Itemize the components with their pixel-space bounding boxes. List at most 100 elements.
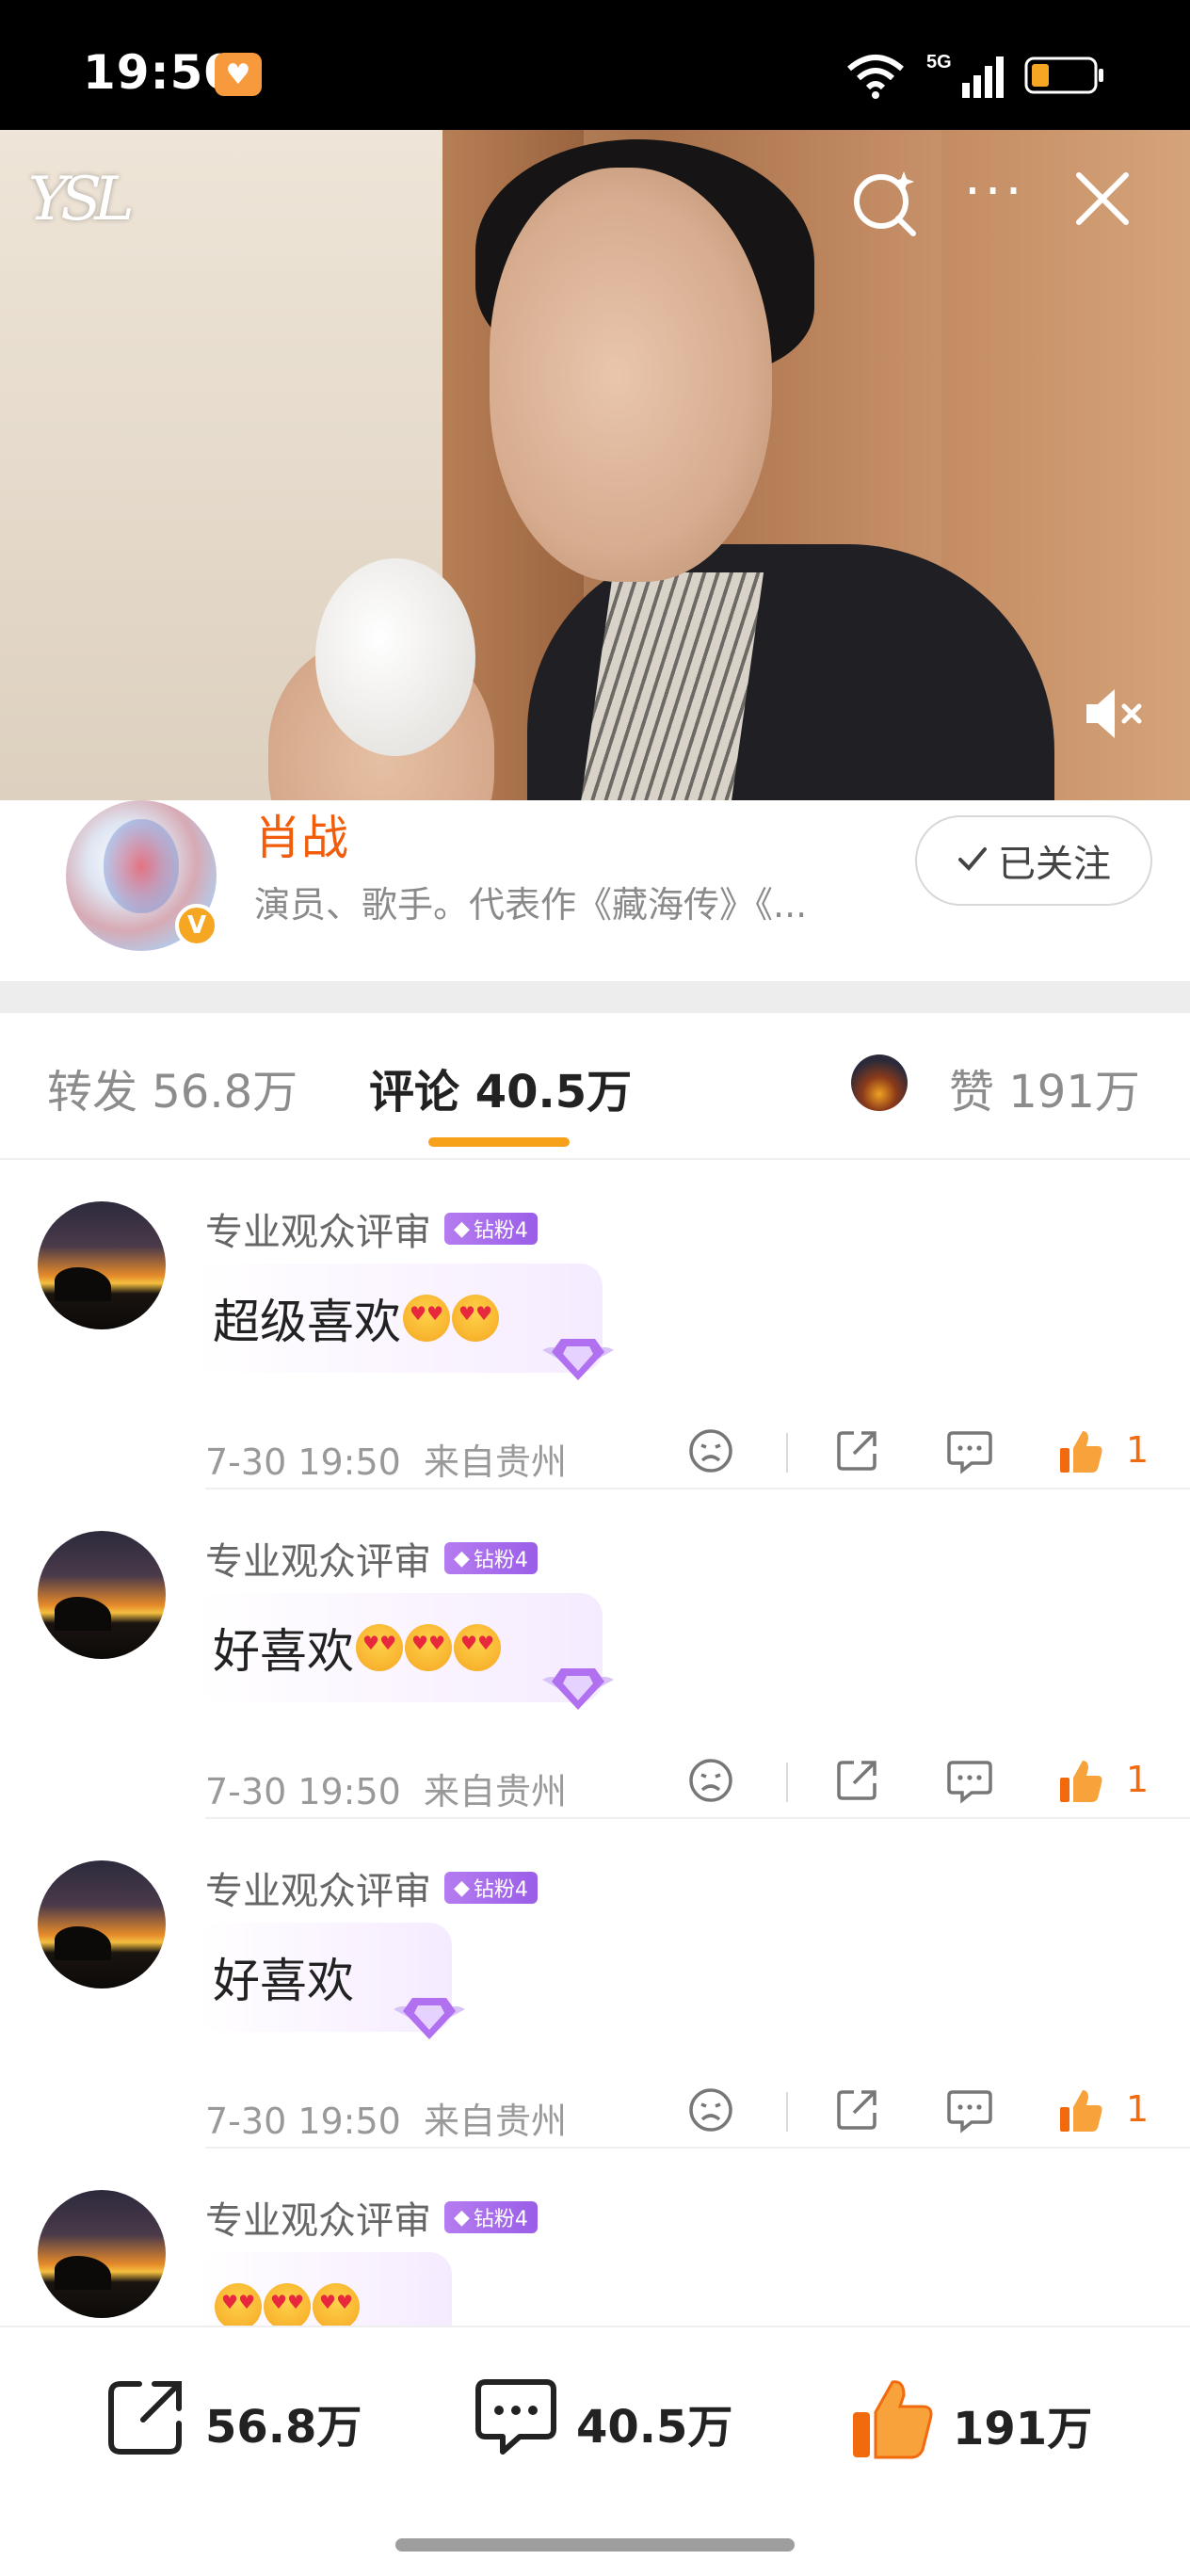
comment-item: 专业观众评审 ◆钻粉4 超级喜欢 7-30 19:50 来自贵州 1 <box>0 1160 1190 1489</box>
active-tab-indicator <box>428 1137 570 1147</box>
video-player[interactable]: YSL ··· <box>0 130 1190 800</box>
reply-icon[interactable] <box>945 2086 994 2137</box>
fan-badge-label: 钻粉4 <box>473 2208 528 2231</box>
comment-button[interactable]: 40.5万 <box>473 2375 732 2471</box>
repost-count: 56.8万 <box>205 2401 362 2454</box>
comment-text: 好喜欢 <box>213 1954 354 2008</box>
fan-badge-label: 钻粉4 <box>473 1549 528 1572</box>
signal-icon: 5G <box>926 51 1004 100</box>
comment-icon <box>473 2375 559 2471</box>
commenter-name[interactable]: 专业观众评审 <box>205 2190 431 2245</box>
like-count: 1 <box>1126 2088 1150 2130</box>
heart-eyes-emoji-icon <box>356 1624 403 1671</box>
close-icon[interactable] <box>1073 169 1132 232</box>
gem-icon <box>390 2307 469 2326</box>
commenter-avatar[interactable] <box>38 1860 166 1988</box>
verified-icon: V <box>175 904 218 947</box>
mute-icon[interactable] <box>1083 685 1149 746</box>
diamond-icon: ◆ <box>454 2205 470 2230</box>
repost-button[interactable]: 56.8万 <box>104 2375 362 2471</box>
gem-icon <box>394 1998 465 2039</box>
fan-badge: ◆ 钻粉4 <box>444 1872 538 1904</box>
comment-location: 来自贵州 <box>424 2101 568 2142</box>
home-indicator[interactable] <box>395 2538 795 2552</box>
like-total: 191万 <box>953 2403 1093 2455</box>
like-icon[interactable] <box>1056 1427 1105 1480</box>
author-description: 演员、歌手。代表作《藏海传》《... <box>254 884 808 926</box>
repost-icon <box>104 2375 188 2471</box>
comment-time: 7-30 19:50 <box>205 1441 401 1483</box>
like-count: 1 <box>1126 1759 1150 1800</box>
commenter-avatar[interactable] <box>38 1201 166 1329</box>
search-icon[interactable] <box>849 166 921 241</box>
like-icon[interactable] <box>1056 1757 1105 1810</box>
commenter-avatar[interactable] <box>38 2190 166 2318</box>
author-profile: V 肖战 演员、歌手。代表作《藏海传》《... 已关注 <box>0 800 1190 981</box>
like-icon[interactable] <box>1056 2086 1105 2139</box>
tab-comments[interactable]: 评论 40.5万 <box>369 1055 632 1120</box>
diamond-icon: ◆ <box>454 1876 470 1900</box>
comment-actions: 1 <box>687 2081 1158 2141</box>
dislike-face-icon[interactable] <box>687 2086 734 2137</box>
battery-icon <box>1024 56 1105 94</box>
comment-actions: 1 <box>687 1422 1158 1482</box>
action-separator <box>786 1433 788 1473</box>
action-separator <box>786 2092 788 2132</box>
follow-button[interactable]: 已关注 <box>915 815 1152 906</box>
wifi-icon <box>845 52 906 99</box>
app-notification-icon: ♥ <box>215 53 262 96</box>
heart-eyes-emoji-icon <box>215 2283 262 2326</box>
dislike-face-icon[interactable] <box>687 1757 734 1808</box>
comment-location: 来自贵州 <box>424 1441 568 1483</box>
comment-time: 7-30 19:50 <box>205 2101 401 2142</box>
heart-eyes-emoji-icon <box>264 2283 311 2326</box>
status-bar: 19:50 ♥ 5G <box>0 0 1190 130</box>
heart-eyes-emoji-icon <box>454 1624 501 1671</box>
comment-item: 专业观众评审 ◆钻粉4 好喜欢 7-30 19:50 来自贵州 1 <box>0 1819 1190 2149</box>
bottom-action-bar: 56.8万 40.5万 191万 <box>0 2326 1190 2576</box>
share-icon[interactable] <box>833 2086 880 2137</box>
thumbs-up-icon <box>847 2375 936 2474</box>
check-icon <box>957 839 989 882</box>
comment-actions: 1 <box>687 1751 1158 1811</box>
commenter-name[interactable]: 专业观众评审 <box>205 1860 431 1915</box>
like-button[interactable]: 191万 <box>847 2375 1092 2474</box>
fan-badge-label: 钻粉4 <box>473 1878 528 1902</box>
commenter-name[interactable]: 专业观众评审 <box>205 1531 431 1586</box>
fan-badge-label: 钻粉4 <box>473 1219 528 1243</box>
brand-logo: YSL <box>28 165 135 234</box>
diamond-icon: ◆ <box>454 1546 470 1570</box>
section-divider <box>0 981 1190 1013</box>
tab-repost[interactable]: 转发 56.8万 <box>47 1055 298 1120</box>
diamond-icon: ◆ <box>454 1216 470 1241</box>
commenter-name[interactable]: 专业观众评审 <box>205 1201 431 1256</box>
like-count: 1 <box>1126 1429 1150 1471</box>
heart-eyes-emoji-icon <box>403 1295 450 1342</box>
gem-icon <box>542 1668 614 1710</box>
network-type: 5G <box>926 52 952 72</box>
reply-icon[interactable] <box>945 1427 994 1478</box>
gem-icon <box>542 1339 614 1380</box>
more-icon[interactable]: ··· <box>964 166 1025 218</box>
fan-badge: ◆ 钻粉4 <box>444 2201 538 2233</box>
share-icon[interactable] <box>833 1427 880 1478</box>
comment-text: 好喜欢 <box>213 1624 354 1679</box>
reply-icon[interactable] <box>945 1757 994 1808</box>
author-name[interactable]: 肖战 <box>254 800 348 868</box>
fan-badge: ◆ 钻粉4 <box>444 1213 538 1245</box>
comment-location: 来自贵州 <box>424 1771 568 1812</box>
fan-badge: ◆ 钻粉4 <box>444 1542 538 1574</box>
liker-avatar <box>851 1055 908 1111</box>
heart-eyes-emoji-icon <box>405 1624 452 1671</box>
follow-label: 已关注 <box>998 843 1111 886</box>
heart-eyes-emoji-icon <box>452 1295 499 1342</box>
share-icon[interactable] <box>833 1757 880 1808</box>
dislike-face-icon[interactable] <box>687 1427 734 1478</box>
comment-time: 7-30 19:50 <box>205 1771 401 1812</box>
tab-likes[interactable]: 赞 191万 <box>949 1055 1140 1120</box>
comment-count: 40.5万 <box>576 2401 733 2454</box>
commenter-avatar[interactable] <box>38 1531 166 1659</box>
comment-item: 专业观众评审 ◆ 钻粉4 <box>0 2149 1190 2326</box>
action-separator <box>786 1763 788 1802</box>
interaction-tabs: 转发 56.8万 评论 40.5万 赞 191万 <box>0 1013 1190 1160</box>
